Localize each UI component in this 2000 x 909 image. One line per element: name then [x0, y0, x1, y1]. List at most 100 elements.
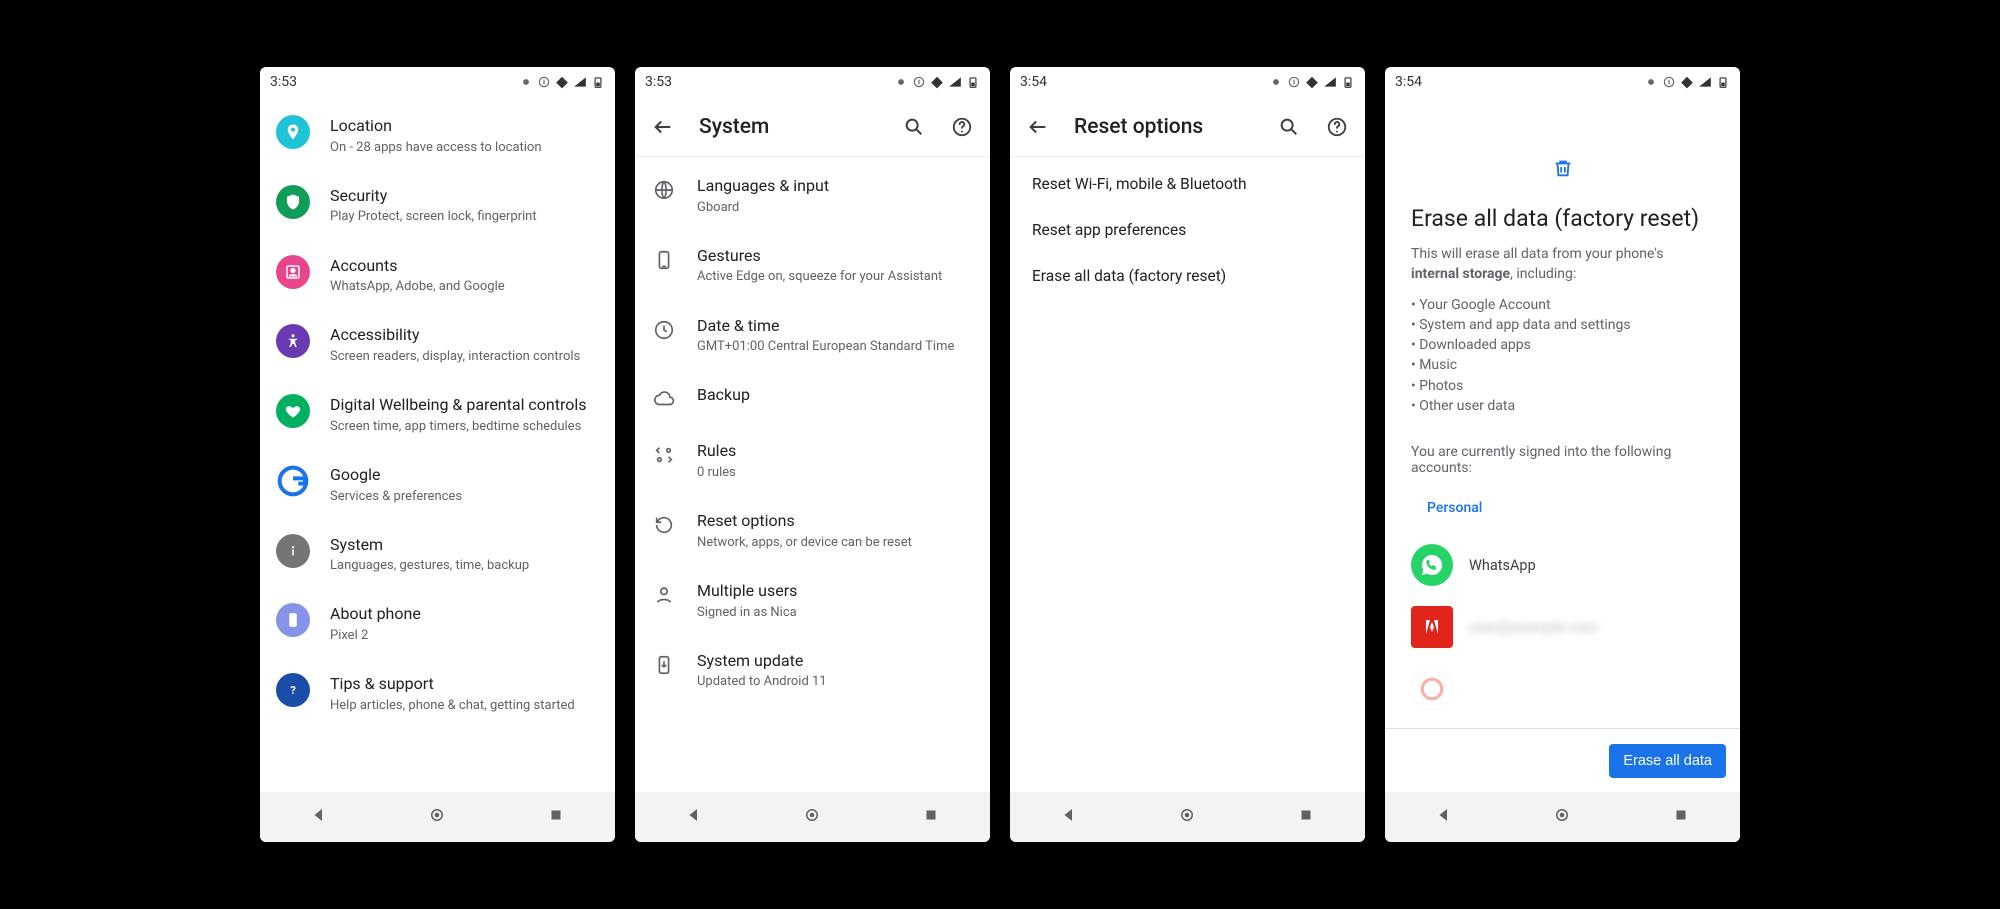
reset-list[interactable]: Reset Wi-Fi, mobile & Bluetooth Reset ap… [1010, 157, 1365, 792]
cloud-icon [651, 386, 677, 412]
phone-icon [276, 603, 310, 637]
item-sub: Screen time, app timers, bedtime schedul… [330, 418, 599, 436]
nav-bar [1385, 792, 1740, 842]
erase-heading: Erase all data (factory reset) [1411, 205, 1714, 232]
nav-recents[interactable] [1297, 806, 1315, 828]
status-bar: 3:53 [260, 67, 615, 97]
reset-icon [651, 512, 677, 538]
settings-item-tips[interactable]: ? Tips & supportHelp articles, phone & c… [260, 659, 615, 729]
settings-item-security[interactable]: SecurityPlay Protect, screen lock, finge… [260, 171, 615, 241]
nav-bar [635, 792, 990, 842]
item-sub: 0 rules [697, 464, 974, 482]
item-title: Multiple users [697, 580, 974, 602]
status-time: 3:53 [645, 74, 672, 90]
status-icons [1269, 75, 1355, 89]
bullet: Other user data [1411, 396, 1714, 416]
help-button[interactable] [1325, 115, 1349, 139]
trash-icon [1411, 157, 1714, 183]
item-sub: WhatsApp, Adobe, and Google [330, 278, 599, 296]
system-item-reset[interactable]: Reset optionsNetwork, apps, or device ca… [635, 496, 990, 566]
settings-item-location[interactable]: LocationOn - 28 apps have access to loca… [260, 101, 615, 171]
clock-icon [651, 317, 677, 343]
nav-recents[interactable] [547, 806, 565, 828]
settings-item-wellbeing[interactable]: Digital Wellbeing & parental controls Scr… [260, 380, 615, 450]
erase-content[interactable]: Erase all data (factory reset) This will… [1385, 97, 1740, 792]
update-icon [651, 652, 677, 678]
status-bar: 3:53 [635, 67, 990, 97]
item-title: Google [330, 464, 599, 486]
system-item-users[interactable]: Multiple users Signed in as Nica [635, 566, 990, 636]
system-item-languages[interactable]: Languages & inputGboard [635, 161, 990, 231]
nav-back[interactable] [310, 806, 328, 828]
system-item-rules[interactable]: Rules 0 rules [635, 426, 990, 496]
location-icon [276, 115, 310, 149]
item-sub: GMT+01:00 Central European Standard Time [697, 338, 974, 356]
settings-item-google[interactable]: GoogleServices & preferences [260, 450, 615, 520]
phone-system: 3:53 System Languages & inputGboard Gest… [635, 67, 990, 842]
nav-recents[interactable] [1672, 806, 1690, 828]
nav-home[interactable] [803, 806, 821, 828]
system-list[interactable]: Languages & inputGboard GesturesActive E… [635, 157, 990, 792]
account-name: WhatsApp [1469, 557, 1536, 574]
google-account-icon [1411, 668, 1453, 710]
search-button[interactable] [902, 115, 926, 139]
intro-post: , including: [1510, 266, 1576, 282]
erase-intro: This will erase all data from your phone… [1411, 244, 1714, 416]
google-icon [276, 464, 310, 498]
nav-home[interactable] [1553, 806, 1571, 828]
account-name: user@example.com [1469, 619, 1597, 636]
item-title: Languages & input [697, 175, 974, 197]
intro-bold: internal storage [1411, 266, 1510, 282]
settings-item-system[interactable]: SystemLanguages, gestures, time, backup [260, 520, 615, 590]
erase-bullets: Your Google Account System and app data … [1411, 295, 1714, 417]
item-title: Rules [697, 440, 974, 462]
account-partial [1411, 658, 1714, 720]
nav-home[interactable] [428, 806, 446, 828]
item-title: Digital Wellbeing & parental controls [330, 394, 599, 416]
nav-recents[interactable] [922, 806, 940, 828]
settings-list[interactable]: LocationOn - 28 apps have access to loca… [260, 97, 615, 792]
svg-text:?: ? [290, 684, 296, 697]
settings-item-about[interactable]: About phonePixel 2 [260, 589, 615, 659]
nav-back[interactable] [1060, 806, 1078, 828]
item-sub: Pixel 2 [330, 627, 599, 645]
item-title: Tips & support [330, 673, 599, 695]
person-icon [276, 255, 310, 289]
account-whatsapp[interactable]: WhatsApp [1411, 534, 1714, 596]
bullet: Your Google Account [1411, 295, 1714, 315]
back-button[interactable] [1026, 115, 1050, 139]
item-title: System [330, 534, 599, 556]
status-icons [1644, 75, 1730, 89]
nav-back[interactable] [685, 806, 703, 828]
nav-bar [260, 792, 615, 842]
phone-settings-main: 3:53 LocationOn - 28 apps have access to… [260, 67, 615, 842]
system-item-gestures[interactable]: GesturesActive Edge on, squeeze for your… [635, 231, 990, 301]
system-item-datetime[interactable]: Date & timeGMT+01:00 Central European St… [635, 301, 990, 371]
user-icon [651, 582, 677, 608]
erase-all-data-button[interactable]: Erase all data [1609, 744, 1726, 778]
reset-app-prefs-option[interactable]: Reset app preferences [1010, 207, 1365, 253]
signed-intro: You are currently signed into the follow… [1411, 444, 1714, 476]
info-icon [276, 534, 310, 568]
item-sub: Languages, gestures, time, backup [330, 557, 599, 575]
help-button[interactable] [950, 115, 974, 139]
app-bar: Reset options [1010, 97, 1365, 157]
system-item-update[interactable]: System updateUpdated to Android 11 [635, 636, 990, 706]
back-button[interactable] [651, 115, 675, 139]
nav-home[interactable] [1178, 806, 1196, 828]
bullet: Photos [1411, 376, 1714, 396]
erase-all-data-option[interactable]: Erase all data (factory reset) [1010, 253, 1365, 299]
page-title: System [699, 115, 878, 139]
search-button[interactable] [1277, 115, 1301, 139]
account-adobe[interactable]: user@example.com [1411, 596, 1714, 658]
status-bar: 3:54 [1385, 67, 1740, 97]
settings-item-accessibility[interactable]: AccessibilityScreen readers, display, in… [260, 310, 615, 380]
reset-wifi-option[interactable]: Reset Wi-Fi, mobile & Bluetooth [1010, 161, 1365, 207]
settings-item-accounts[interactable]: AccountsWhatsApp, Adobe, and Google [260, 241, 615, 311]
item-sub: Screen readers, display, interaction con… [330, 348, 599, 366]
item-sub: Signed in as Nica [697, 604, 974, 622]
system-item-backup[interactable]: Backup [635, 370, 990, 426]
app-bar: System [635, 97, 990, 157]
status-bar: 3:54 [1010, 67, 1365, 97]
nav-back[interactable] [1435, 806, 1453, 828]
